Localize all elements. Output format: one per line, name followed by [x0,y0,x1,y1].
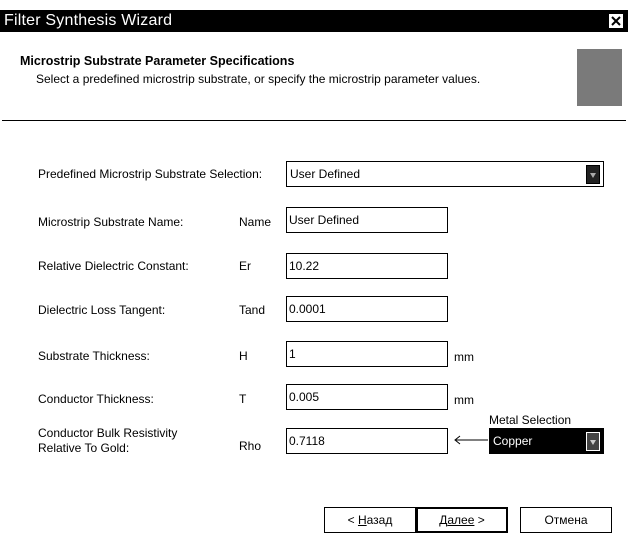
next-button-accel: Д [439,513,448,527]
dropdown-arrow-icon[interactable] [586,165,600,184]
metal-selection-select[interactable]: Copper [489,428,604,454]
dielectric-constant-input[interactable]: 10.22 [286,253,448,279]
close-icon [611,16,621,26]
back-button-accel: Н [357,513,367,527]
next-button-label: алее [447,513,475,527]
wizard-footer: < Назад Далее > Отмена [2,487,626,543]
back-button-prefix: < [347,513,358,527]
close-button[interactable] [608,13,624,29]
cancel-button[interactable]: Отмена [520,507,612,533]
conductor-thickness-input[interactable]: 0.005 [286,384,448,410]
back-button-label: азад [366,513,393,527]
predefined-substrate-select[interactable]: User Defined [286,161,604,187]
loss-tangent-symbol: Tand [239,303,266,317]
next-button[interactable]: Далее > [416,507,508,533]
substrate-name-input[interactable]: User Defined [286,207,448,233]
loss-tangent-label: Dielectric Loss Tangent: [38,303,166,317]
header-title: Microstrip Substrate Parameter Specifica… [20,54,295,68]
wizard-header: Microstrip Substrate Parameter Specifica… [2,32,626,120]
metal-selection-label: Metal Selection [489,413,572,427]
bulk-resistivity-symbol: Rho [239,439,262,453]
substrate-thickness-unit: mm [454,350,474,364]
bulk-resistivity-label: Conductor Bulk Resistivity Relative To G… [38,426,177,456]
next-button-suffix: > [474,513,485,527]
wizard-dialog: Microstrip Substrate Parameter Specifica… [2,32,626,543]
dropdown-arrow-icon[interactable] [586,432,600,451]
back-button[interactable]: < Назад [324,507,416,533]
substrate-thickness-input[interactable]: 1 [286,341,448,367]
left-arrow-icon [454,435,488,445]
screen-top-strip [0,0,628,10]
substrate-name-label: Microstrip Substrate Name: [38,215,184,229]
bulk-resistivity-input[interactable]: 0.7118 [286,428,448,454]
dielectric-constant-symbol: Er [239,259,251,273]
loss-tangent-input[interactable]: 0.0001 [286,296,448,322]
dielectric-constant-label: Relative Dielectric Constant: [38,259,189,273]
metal-selection-value: Copper [493,434,533,448]
conductor-thickness-unit: mm [454,393,474,407]
header-separator [2,120,626,121]
predefined-substrate-value: User Defined [290,167,361,181]
form-area: Predefined Microstrip Substrate Selectio… [2,122,626,487]
substrate-thickness-label: Substrate Thickness: [38,349,150,363]
header-subtitle: Select a predefined microstrip substrate… [36,72,481,86]
substrate-name-symbol: Name [239,215,272,229]
conductor-thickness-label: Conductor Thickness: [38,392,154,406]
bulk-resistivity-label-line1: Conductor Bulk Resistivity [38,426,178,440]
window-title: Filter Synthesis Wizard [4,12,173,29]
substrate-thickness-symbol: H [239,349,248,363]
predefined-substrate-label: Predefined Microstrip Substrate Selectio… [38,167,263,181]
bulk-resistivity-label-line2: Relative To Gold: [38,441,130,455]
conductor-thickness-symbol: T [239,392,247,406]
header-image [577,49,622,106]
title-bar: Filter Synthesis Wizard [0,10,628,32]
